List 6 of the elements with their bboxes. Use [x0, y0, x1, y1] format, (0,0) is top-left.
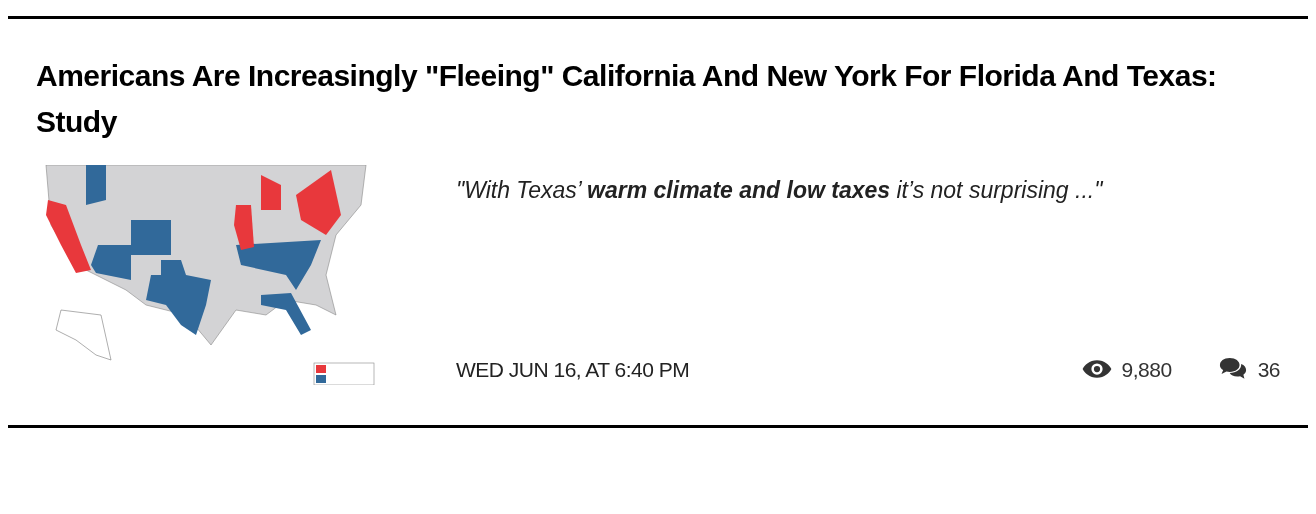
article-excerpt: "With Texas’ warm climate and low taxes it’s not surprising ..." [456, 176, 1104, 205]
article-headline[interactable]: Americans Are Increasingly "Fleeing" California And New York For Florida And Texas: Study [36, 53, 1280, 145]
article-timestamp: WED JUN 16, AT 6:40 PM [456, 356, 690, 383]
view-count: 9,880 [1121, 356, 1172, 383]
eye-icon [1081, 359, 1112, 380]
comment-count: 36 [1257, 356, 1280, 383]
